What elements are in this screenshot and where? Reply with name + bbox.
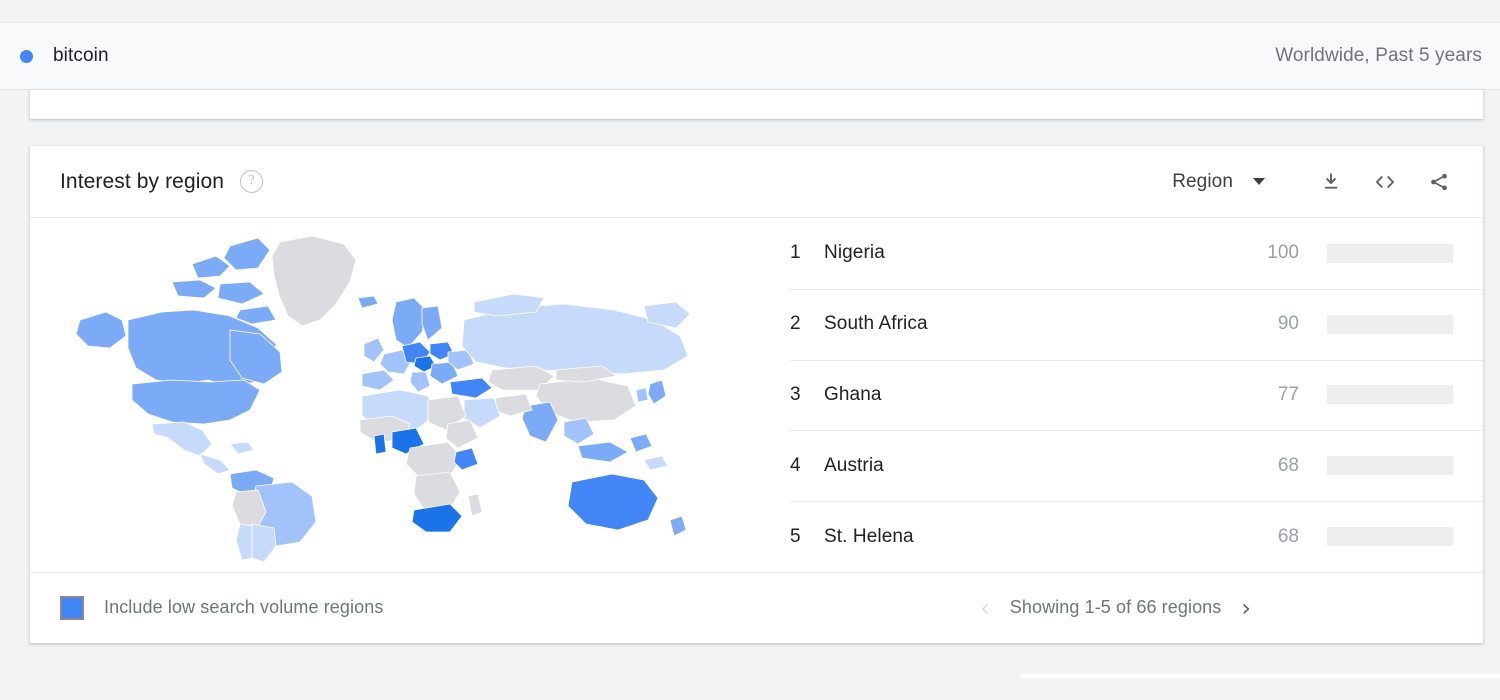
card-header: Interest by region ? Region [30,146,1483,218]
table-row[interactable]: 5 St. Helena 68 [772,501,1483,572]
table-row[interactable]: 1 Nigeria 100 [772,218,1483,289]
country-indonesia [577,441,629,463]
embed-icon [1375,175,1395,188]
region-value: 90 [1277,313,1299,335]
card-footer: Include low search volume regions ‹ Show… [30,572,1483,642]
country-usa [131,379,261,425]
page-title: Interest by region [60,169,225,193]
region-name: Nigeria [824,242,885,264]
country-canada-arctic-2 [223,237,271,271]
share-icon [1431,173,1447,190]
table-row[interactable]: 2 South Africa 90 [772,288,1483,360]
series-color-dot-icon [20,49,33,63]
region-name: Ghana [824,383,882,405]
country-south-africa [411,503,463,533]
country-mexico [151,421,213,457]
country-korea [635,387,649,403]
country-finland [421,305,443,341]
choropleth-map-svg [75,235,691,563]
pagination: ‹ Showing 1-5 of 66 regions › [980,596,1251,620]
embed-button[interactable] [1363,162,1407,202]
region-value: 68 [1277,454,1299,476]
world-map[interactable] [30,218,772,572]
country-italy [409,371,431,393]
chevron-left-icon[interactable]: ‹ [980,596,990,620]
include-low-volume-toggle[interactable]: Include low search volume regions [60,595,384,620]
country-philippines [629,433,653,453]
table-row[interactable]: 3 Ghana 77 [772,359,1483,431]
country-australia [567,473,659,531]
rank-number: 3 [790,383,801,405]
checkbox-icon[interactable] [60,595,84,620]
previous-card-partial [30,90,1483,119]
next-card-partial [1020,674,1500,678]
country-chile [235,523,253,561]
country-alaska [75,311,127,349]
map-countries [75,235,691,563]
region-dropdown[interactable]: Region [1172,171,1265,193]
region-dropdown-label: Region [1172,170,1233,192]
card-body: 1 Nigeria 100 2 South Africa 90 3 Ghana … [30,218,1483,572]
region-name: St. Helena [824,525,914,547]
share-button[interactable] [1417,162,1461,202]
table-row[interactable]: 4 Austria 68 [772,430,1483,501]
country-greenland [271,235,357,327]
country-kenya [453,447,479,471]
country-japan [647,379,667,405]
interest-by-region-card: Interest by region ? Region 1 Nigeria 10… [30,146,1483,643]
download-icon [1324,172,1338,189]
country-central-america [199,453,231,475]
country-ghana [373,433,387,455]
country-uk [363,337,385,363]
query-term: bitcoin [53,45,109,66]
country-scandinavia [391,297,427,349]
country-papua-new-guinea [643,455,669,471]
region-name: South Africa [824,313,928,335]
country-iceland [357,295,379,309]
pagination-status: Showing 1-5 of 66 regions [1009,597,1222,617]
rank-number: 2 [790,313,801,335]
rank-number: 1 [790,242,801,264]
rank-number: 4 [790,454,801,476]
region-value: 77 [1277,383,1299,405]
checkbox-label: Include low search volume regions [104,597,384,617]
query-scope-label: Worldwide, Past 5 years [1275,45,1482,66]
card-tools: Region [1172,162,1461,202]
country-argentina [251,523,277,563]
country-new-zealand [669,515,687,537]
region-rank-list: 1 Nigeria 100 2 South Africa 90 3 Ghana … [772,218,1483,572]
country-turkey [449,377,493,399]
region-value: 100 [1267,242,1299,264]
chevron-right-icon[interactable]: › [1241,596,1251,620]
download-button[interactable] [1309,162,1353,202]
value-bar-track [1327,385,1453,405]
country-caribbean [229,441,255,455]
country-central-africa [405,441,463,479]
query-bar: bitcoin Worldwide, Past 5 years [0,22,1500,90]
region-value: 68 [1277,525,1299,547]
country-sea-mainland [563,417,595,445]
country-iberia [361,369,395,391]
value-bar-track [1327,456,1453,476]
value-bar-track [1327,243,1453,263]
region-name: Austria [824,454,884,476]
value-bar-track [1327,314,1453,334]
help-circle-icon[interactable]: ? [240,170,264,193]
value-bar-track [1327,527,1453,547]
query-chip[interactable]: bitcoin [20,45,109,67]
rank-number: 5 [790,525,801,547]
chevron-down-icon [1253,178,1265,185]
country-canada-arctic-3 [171,279,217,299]
country-madagascar [467,493,483,517]
country-canada-arctic-4 [217,281,265,305]
country-canada-arctic-1 [191,255,231,279]
